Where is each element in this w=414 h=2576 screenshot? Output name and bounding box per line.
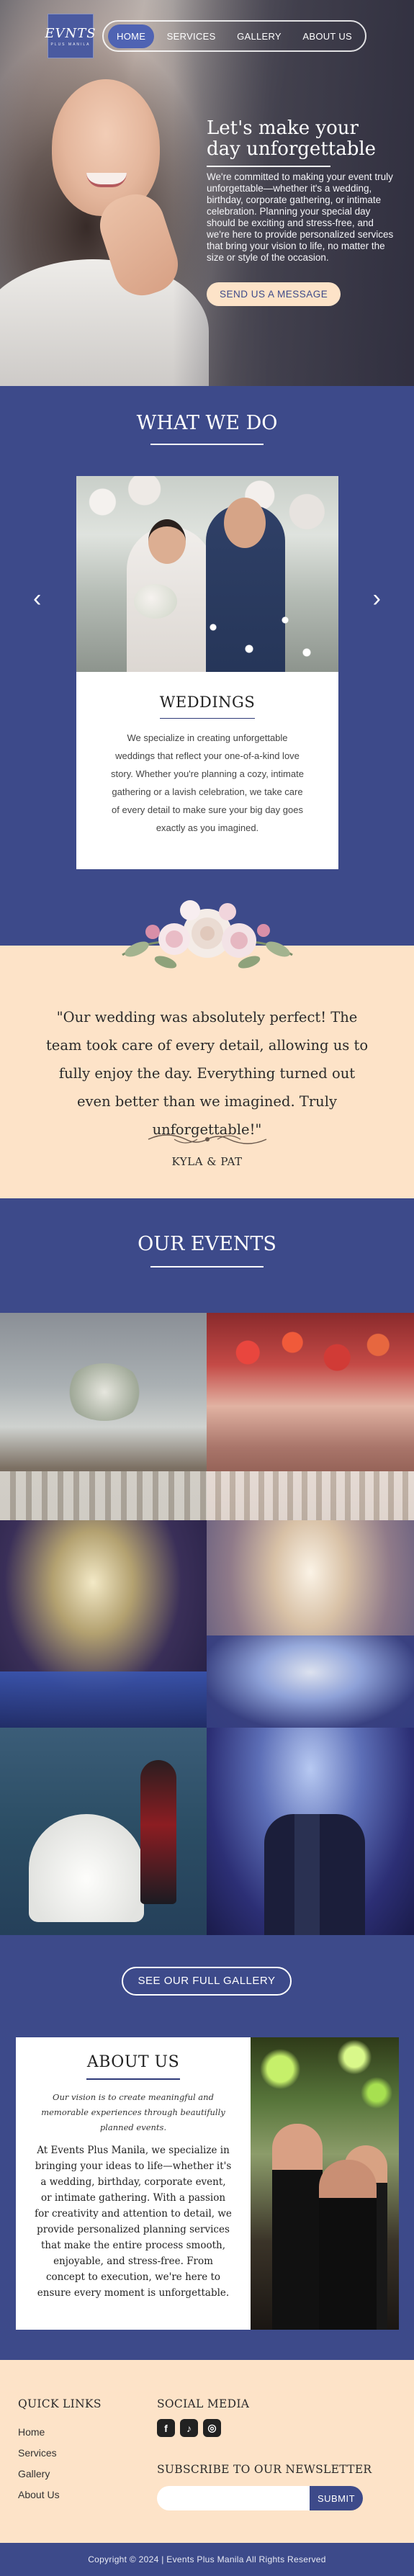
wedding-photo — [76, 476, 338, 672]
service-card-title: WEDDINGS — [159, 694, 256, 711]
events-gallery-grid — [0, 1313, 414, 1935]
floral-decoration — [122, 900, 293, 969]
social-media-title: SOCIAL MEDIA — [157, 2397, 250, 2410]
newsletter-title: SUBSCRIBE TO OUR NEWSLETTER — [157, 2463, 372, 2476]
nav-menu: HOME SERVICES GALLERY ABOUT US — [102, 20, 366, 52]
hero-content: Let's make your day unforgettable We're … — [207, 118, 395, 306]
about-body: At Events Plus Manila, we specialize in … — [35, 2145, 232, 2299]
service-card-rule — [160, 718, 255, 719]
social-media: SOCIAL MEDIA f ♪ ◎ — [157, 2397, 249, 2437]
nav-services-link[interactable]: SERVICES — [158, 24, 225, 48]
service-card-body: We specialize in creating unforgettable … — [111, 732, 304, 833]
nav-home-link[interactable]: HOME — [108, 24, 155, 48]
service-card: WEDDINGS We specialize in creating unfor… — [76, 476, 338, 869]
carousel-next-icon[interactable]: › — [373, 586, 381, 611]
top-nav: EVNTS PLUS MANILA HOME SERVICES GALLERY … — [45, 14, 366, 58]
about-lead: Our vision is to create meaningful and m… — [41, 2092, 225, 2132]
team-photo-lights — [251, 2037, 399, 2117]
nav-gallery-link[interactable]: GALLERY — [228, 24, 290, 48]
submit-button[interactable]: SUBMIT — [310, 2486, 363, 2510]
photo-confetti — [184, 598, 328, 670]
footer-link-services[interactable]: Services — [18, 2443, 102, 2464]
gallery-image[interactable] — [207, 1520, 414, 1728]
gallery-image[interactable] — [0, 1313, 207, 1520]
events-section: OUR EVENTS — [0, 1198, 414, 1313]
quick-links: QUICK LINKS Home Services Gallery About … — [18, 2397, 102, 2505]
photo-bride-head — [148, 519, 186, 564]
send-message-button[interactable]: SEND US A MESSAGE — [207, 282, 341, 306]
testimonial-quote: "Our wedding was absolutely perfect! The… — [45, 1009, 369, 1138]
events-title-rule — [150, 1266, 264, 1267]
team-photo-person — [319, 2160, 377, 2330]
what-we-do-title: WHAT WE DO — [136, 412, 278, 434]
about-title-rule — [86, 2078, 180, 2080]
logo-subtext: PLUS MANILA — [50, 42, 91, 47]
see-full-gallery-button[interactable]: SEE OUR FULL GALLERY — [122, 1967, 292, 1996]
about-card: ABOUT US Our vision is to create meaning… — [16, 2037, 251, 2330]
newsletter-email-input[interactable] — [157, 2486, 310, 2510]
team-photo — [251, 2037, 399, 2330]
gallery-image[interactable] — [0, 1728, 207, 1935]
photo-bouquet — [134, 584, 177, 619]
about-title: ABOUT US — [86, 2053, 180, 2071]
quick-links-list: Home Services Gallery About Us — [18, 2422, 102, 2505]
social-icons: f ♪ ◎ — [157, 2419, 249, 2437]
hero-title-rule — [207, 166, 330, 167]
about-section: ABOUT US Our vision is to create meaning… — [0, 2037, 414, 2360]
events-title: OUR EVENTS — [138, 1233, 276, 1255]
gallery-image[interactable] — [207, 1313, 414, 1520]
testimonial-author: KYLA & PAT — [171, 1155, 243, 1168]
copyright-bar: Copyright © 2024 | Events Plus Manila Al… — [0, 2543, 414, 2576]
gallery-button-area: SEE OUR FULL GALLERY — [0, 1935, 414, 2037]
hero-section: EVNTS PLUS MANILA HOME SERVICES GALLERY … — [0, 0, 414, 386]
nav-about-link[interactable]: ABOUT US — [294, 24, 361, 48]
tiktok-icon[interactable]: ♪ — [180, 2419, 198, 2437]
carousel-prev-icon[interactable]: ‹ — [33, 586, 41, 611]
newsletter: SUBSCRIBE TO OUR NEWSLETTER SUBMIT — [157, 2463, 372, 2510]
quick-links-title: QUICK LINKS — [18, 2397, 102, 2410]
hero-body: We're committed to making your event tru… — [207, 171, 394, 263]
gallery-image[interactable] — [0, 1520, 207, 1728]
ornament-divider — [148, 1134, 267, 1144]
facebook-icon[interactable]: f — [157, 2419, 175, 2437]
gallery-image[interactable] — [207, 1728, 414, 1935]
footer: QUICK LINKS Home Services Gallery About … — [0, 2360, 414, 2543]
instagram-icon[interactable]: ◎ — [203, 2419, 221, 2437]
logo[interactable]: EVNTS PLUS MANILA — [45, 14, 96, 58]
newsletter-form: SUBMIT — [157, 2486, 372, 2510]
logo-mark: EVNTS — [45, 25, 96, 41]
footer-link-gallery[interactable]: Gallery — [18, 2464, 102, 2485]
what-we-do-title-rule — [150, 444, 264, 445]
hero-title: Let's make your day unforgettable — [207, 117, 377, 160]
footer-link-about[interactable]: About Us — [18, 2485, 102, 2505]
photo-groom-head — [224, 498, 266, 548]
team-photo-person — [272, 2124, 323, 2330]
what-we-do-section: WHAT WE DO ‹ › WEDDINGS We specialize in… — [0, 386, 414, 969]
footer-link-home[interactable]: Home — [18, 2422, 102, 2443]
